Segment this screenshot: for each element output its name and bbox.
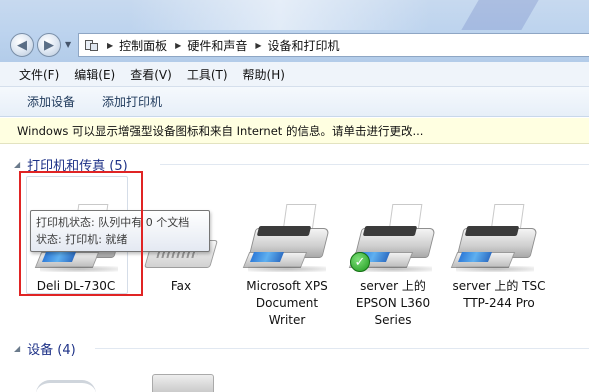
printer-icon[interactable] <box>242 200 330 274</box>
device-label-epson[interactable]: server 上的 EPSON L360 Series <box>338 278 448 329</box>
menu-edit[interactable]: 编辑(E) <box>74 66 115 83</box>
crumb-separator-icon[interactable]: ▶ <box>255 41 261 50</box>
device-icon[interactable] <box>36 380 96 392</box>
command-bar: 添加设备 添加打印机 <box>0 87 589 117</box>
menu-bar: 文件(F) 编辑(E) 查看(V) 工具(T) 帮助(H) <box>0 62 589 87</box>
forward-button[interactable]: ▶ <box>37 33 61 57</box>
crumb-separator-icon[interactable]: ▶ <box>107 41 113 50</box>
default-printer-check-icon: ✓ <box>350 252 370 272</box>
collapse-triangle-icon[interactable]: ◢ <box>14 344 20 353</box>
crumb-separator-icon[interactable]: ▶ <box>175 41 181 50</box>
highlight-box <box>19 171 143 296</box>
breadcrumb-control-panel[interactable]: 控制面板 <box>119 37 167 54</box>
info-bar[interactable]: Windows 可以显示增强型设备图标和来自 Internet 的信息。请单击进… <box>0 118 589 144</box>
address-bar[interactable]: ▶ 控制面板 ▶ 硬件和声音 ▶ 设备和打印机 <box>78 33 589 57</box>
add-printer-button[interactable]: 添加打印机 <box>102 93 162 110</box>
printer-icon[interactable] <box>450 200 538 274</box>
add-device-button[interactable]: 添加设备 <box>27 93 75 110</box>
window-title-bar: ◀ ▶ ▼ ▶ 控制面板 ▶ 硬件和声音 ▶ 设备和打印机 <box>0 0 589 62</box>
recent-pages-dropdown[interactable]: ▼ <box>65 40 71 49</box>
breadcrumb-devices-printers[interactable]: 设备和打印机 <box>268 37 340 54</box>
menu-tools[interactable]: 工具(T) <box>187 66 228 83</box>
device-icon[interactable] <box>152 374 214 392</box>
group-divider <box>160 164 589 165</box>
group-label-devices: 设备 (4) <box>27 342 76 358</box>
control-panel-icon <box>85 38 99 52</box>
device-label-tsc[interactable]: server 上的 TSC TTP-244 Pro <box>444 278 554 312</box>
menu-file[interactable]: 文件(F) <box>19 66 59 83</box>
back-arrow-icon: ◀ <box>17 37 27 53</box>
collapse-triangle-icon[interactable]: ◢ <box>14 160 20 169</box>
title-bar-glare <box>130 0 430 30</box>
forward-arrow-icon: ▶ <box>44 37 54 53</box>
device-label-xps[interactable]: Microsoft XPS Document Writer <box>232 278 342 329</box>
printer-icon[interactable]: ✓ <box>348 200 436 274</box>
menu-view[interactable]: 查看(V) <box>130 66 172 83</box>
breadcrumb-hardware-sound[interactable]: 硬件和声音 <box>187 37 247 54</box>
group-header-devices[interactable]: ◢ 设备 (4) <box>14 339 76 358</box>
menu-help[interactable]: 帮助(H) <box>243 66 285 83</box>
title-bar-glare-2 <box>461 0 539 30</box>
group-divider <box>95 348 589 349</box>
back-button[interactable]: ◀ <box>10 33 34 57</box>
